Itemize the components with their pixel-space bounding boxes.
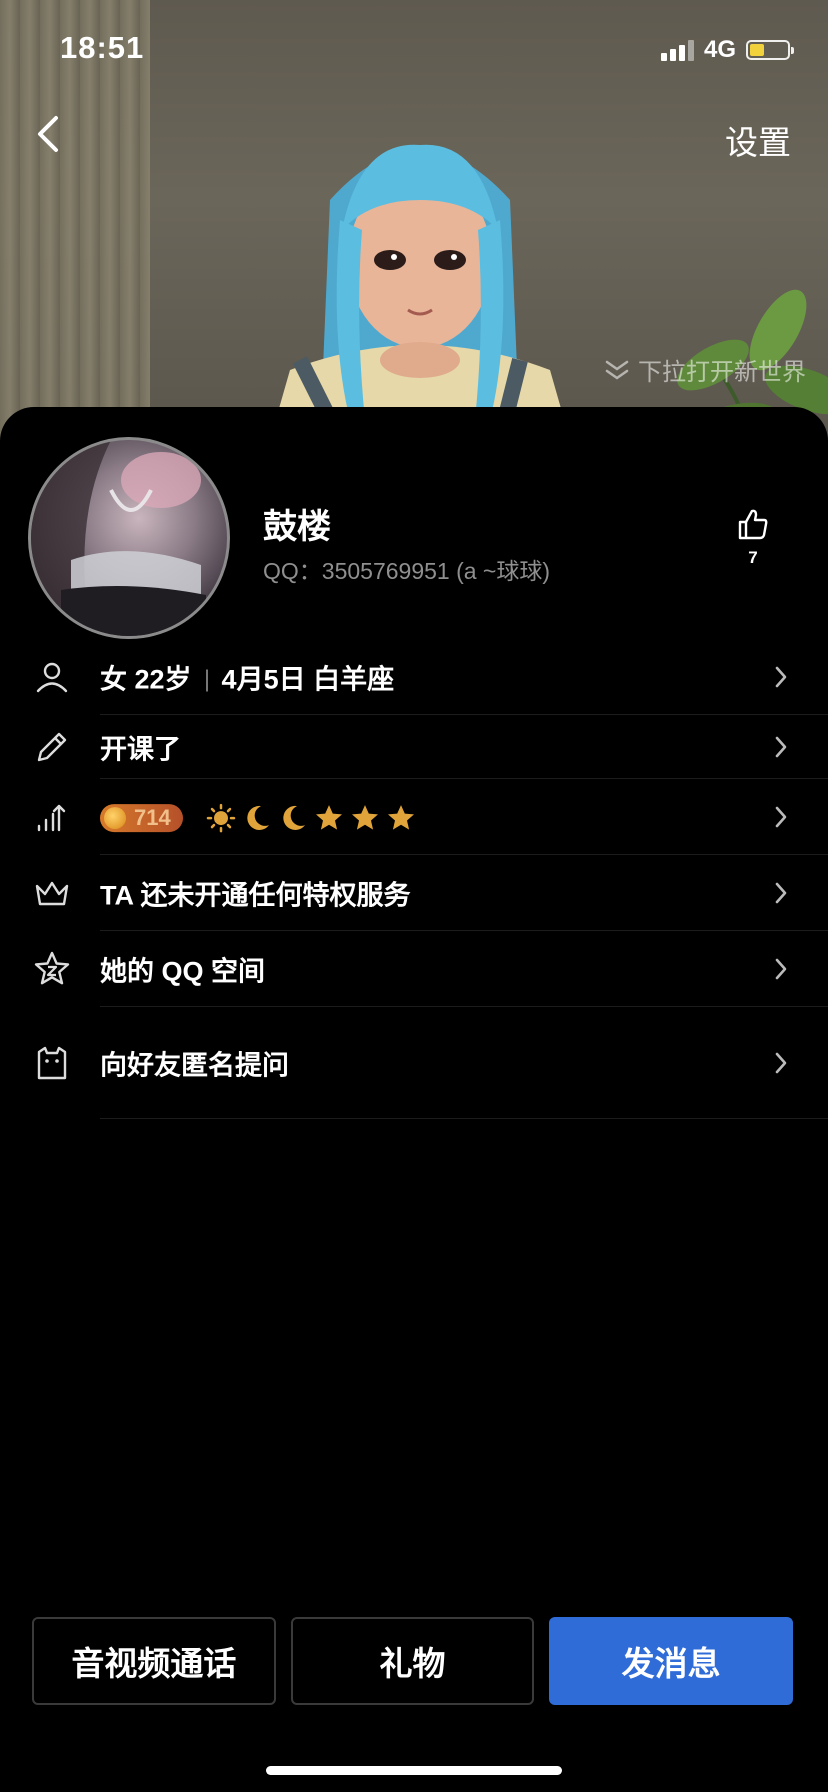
anonymous-question-text: 向好友匿名提问: [100, 1050, 289, 1081]
level-badge: 714: [100, 803, 183, 832]
chevron-right-icon: [775, 882, 787, 904]
pull-down-hint[interactable]: 下拉打开新世界: [604, 352, 806, 387]
birthday-zodiac: 4月5日 白羊座: [221, 664, 395, 695]
video-call-button[interactable]: 音视频通话: [32, 1617, 276, 1705]
level-row[interactable]: 714: [0, 779, 828, 855]
avatar-photo: [31, 440, 206, 636]
chevron-right-icon: [775, 666, 787, 688]
settings-button[interactable]: 设置: [725, 116, 791, 164]
level-icons: [206, 803, 416, 833]
chevron-right-icon: [775, 958, 787, 980]
pencil-icon: [37, 732, 67, 762]
pull-down-hint-text: 下拉打开新世界: [638, 359, 806, 386]
battery-icon: [746, 40, 794, 60]
like-button[interactable]: 7: [728, 507, 778, 568]
basic-info-text: 女 22岁 4月5日 白羊座: [100, 658, 394, 697]
profile-cover: 18:51 4G 设置 下拉打开新世界: [0, 0, 828, 440]
chevron-right-icon: [775, 736, 787, 758]
signature-row[interactable]: 开课了: [0, 715, 828, 779]
cat-icon: [37, 1046, 67, 1080]
gender-age: 女 22岁: [100, 664, 192, 695]
thumbs-up-icon: [738, 509, 768, 540]
star-outline-icon: [34, 951, 70, 985]
cover-character-illustration: [270, 144, 570, 440]
cellular-signal-icon: [660, 39, 694, 61]
basic-info-row[interactable]: 女 22岁 4月5日 白羊座: [0, 639, 828, 715]
network-type: 4G: [703, 36, 736, 63]
chevron-right-icon: [775, 806, 787, 828]
profile-actions: 音视频通话 礼物 发消息: [32, 1617, 794, 1705]
like-count: 7: [748, 548, 758, 567]
row-divider: [100, 1118, 828, 1119]
star-icon: [352, 804, 379, 830]
sun-icon: [206, 803, 236, 833]
chevron-right-icon: [775, 1052, 787, 1074]
privilege-text: TA 还未开通任何特权服务: [100, 880, 411, 911]
qq-number: QQ：3505769951 (a ~球球): [263, 558, 551, 584]
level-chart-icon: [37, 804, 66, 832]
back-button[interactable]: [28, 112, 68, 156]
level-display: 714: [100, 801, 416, 833]
double-chevron-down-icon: [605, 360, 629, 380]
qzone-row[interactable]: 她的 QQ 空间: [0, 931, 828, 1007]
qzone-text: 她的 QQ 空间: [100, 956, 266, 987]
star-icon: [388, 804, 415, 830]
profile-info-list: 女 22岁 4月5日 白羊座 开课了 714 TA 还未开通任何特权服务 她的 …: [0, 639, 828, 1119]
moon-icon: [247, 805, 270, 830]
home-indicator[interactable]: [266, 1766, 562, 1775]
privilege-row[interactable]: TA 还未开通任何特权服务: [0, 855, 828, 931]
battery-level: [750, 44, 765, 56]
profile-name: 鼓楼: [263, 508, 331, 546]
gift-button[interactable]: 礼物: [290, 1617, 535, 1705]
level-coin-icon: [104, 806, 126, 829]
star-icon: [316, 804, 343, 830]
cover-curtain: [0, 0, 150, 440]
person-icon: [36, 662, 68, 693]
avatar[interactable]: [28, 437, 230, 639]
chevron-left-icon: [38, 116, 58, 152]
anonymous-question-row[interactable]: 向好友匿名提问: [0, 1007, 828, 1119]
send-message-button[interactable]: 发消息: [549, 1617, 794, 1705]
status-time: 18:51: [60, 30, 145, 65]
status-indicators: 4G: [660, 36, 794, 64]
crown-icon: [35, 881, 69, 906]
profile-card: 鼓楼 QQ：3505769951 (a ~球球) 7 女 22岁 4月5日 白羊座: [0, 407, 828, 1792]
info-separator: [205, 669, 208, 692]
moon-icon: [283, 805, 306, 830]
signature-text: 开课了: [100, 734, 181, 765]
level-value: 714: [134, 804, 171, 830]
